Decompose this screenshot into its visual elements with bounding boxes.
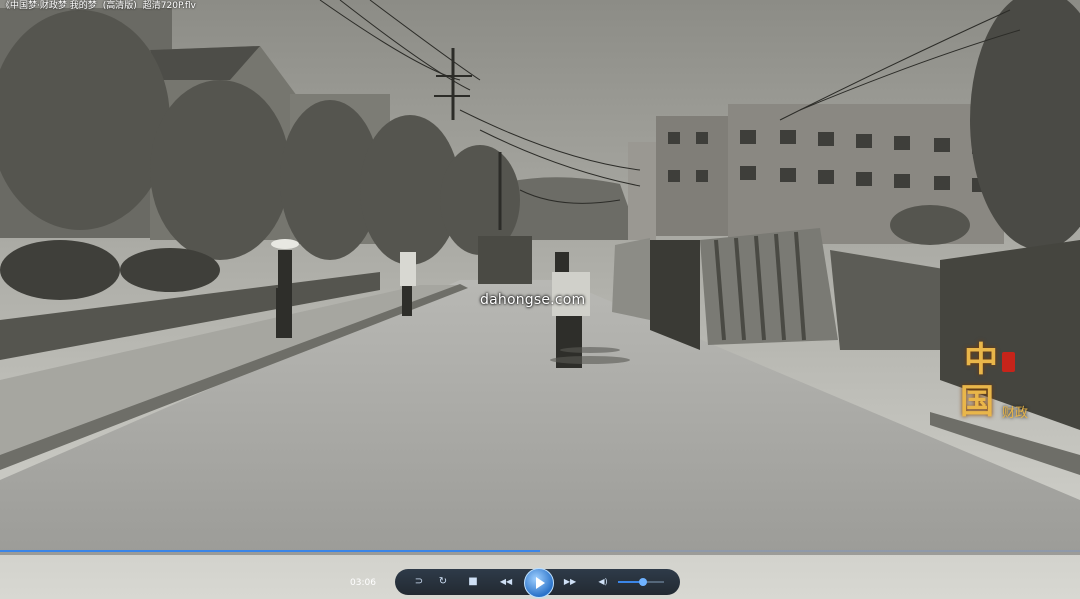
play-button[interactable] [524, 568, 554, 598]
title-part-3: 超清720P.flv [142, 1, 196, 11]
loop-icon[interactable]: ↻ [436, 575, 450, 589]
title-part-1: 《中国梦·财政梦 我的梦 [1, 1, 97, 11]
video-player-window: 《中国梦·财政梦 我的梦 (高清版) 超清720P.flv dahongse.com… [0, 0, 1080, 599]
progress-bar[interactable] [0, 550, 1080, 552]
logo-char-2: 国 [960, 382, 994, 422]
title-part-2: (高清版) [102, 1, 137, 11]
stop-icon[interactable]: ■ [466, 575, 480, 589]
prev-icon[interactable]: ◀◀ [496, 575, 516, 589]
window-title: 《中国梦·财政梦 我的梦 (高清版) 超清720P.flv [0, 0, 202, 12]
play-icon [536, 577, 545, 589]
logo-small-text: 财政 [1002, 406, 1029, 421]
repeat-icon[interactable]: ⊃ [412, 575, 426, 589]
progress-fill [0, 550, 540, 552]
watermark-text: dahongse.com [480, 292, 586, 308]
channel-logo: 中 国 财政 [958, 332, 1028, 432]
logo-seal [1002, 352, 1015, 372]
current-time: 03:06 [350, 578, 376, 588]
volume-icon[interactable]: ◀) [594, 575, 612, 589]
volume-slider[interactable] [618, 578, 664, 586]
next-icon[interactable]: ▶▶ [560, 575, 580, 589]
